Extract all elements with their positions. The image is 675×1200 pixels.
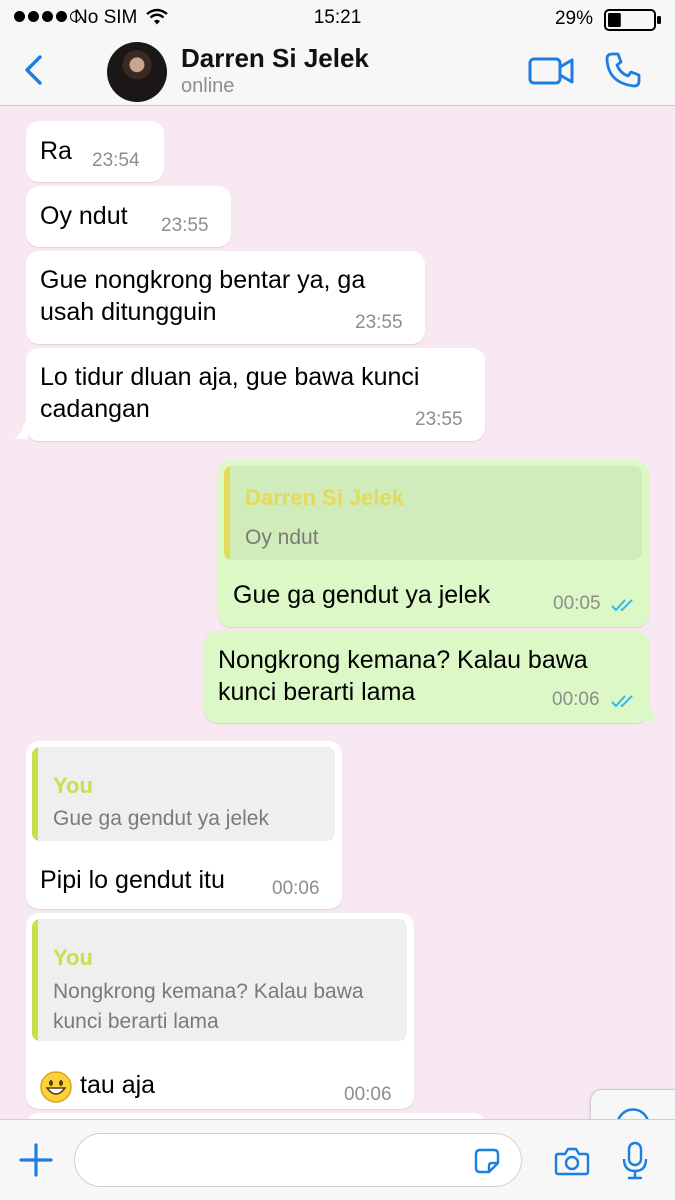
battery-icon bbox=[604, 9, 661, 31]
message-bubble-incoming[interactable]: Oy ndut 23:55 bbox=[26, 186, 231, 247]
message-bubble-outgoing[interactable]: Nongkrong kemana? Kalau bawa kunci berar… bbox=[204, 631, 649, 723]
message-text: Gue nongkrong bentar ya, ga bbox=[40, 266, 366, 294]
message-text: Gue ga gendut ya jelek bbox=[233, 581, 491, 609]
bubble-tail bbox=[14, 423, 28, 439]
quote-author: You bbox=[53, 945, 93, 970]
microphone-icon[interactable] bbox=[621, 1141, 649, 1181]
video-call-icon[interactable] bbox=[528, 55, 574, 87]
message-bubble-incoming[interactable]: You Nongkrong kemana? Kalau bawa kunci b… bbox=[26, 913, 414, 1109]
read-receipt-icon bbox=[611, 695, 633, 708]
camera-icon[interactable] bbox=[554, 1145, 590, 1177]
quoted-message[interactable]: You Gue ga gendut ya jelek bbox=[32, 747, 335, 841]
plus-icon[interactable] bbox=[18, 1142, 54, 1178]
message-text: Nongkrong kemana? Kalau bawa bbox=[218, 646, 588, 674]
scroll-to-bottom-button[interactable] bbox=[590, 1089, 675, 1119]
message-text: kunci berarti lama bbox=[218, 678, 416, 706]
message-time: 23:55 bbox=[161, 215, 209, 236]
avatar[interactable] bbox=[107, 42, 167, 102]
contact-name[interactable]: Darren Si Jelek bbox=[181, 43, 369, 74]
message-text: usah ditungguin bbox=[40, 298, 217, 326]
quote-author: You bbox=[53, 773, 93, 798]
battery-percent: 29% bbox=[554, 8, 593, 29]
quoted-message[interactable]: Darren Si Jelek Oy ndut bbox=[224, 466, 642, 560]
sticker-icon[interactable] bbox=[472, 1146, 502, 1176]
message-bubble-outgoing[interactable]: Darren Si Jelek Oy ndut Gue ga gendut ya… bbox=[218, 460, 649, 627]
message-bubble-incoming[interactable]: You Gue ga gendut ya jelek Pipi lo gendu… bbox=[26, 741, 342, 909]
message-time: 23:55 bbox=[355, 312, 403, 333]
message-text: Pipi lo gendut itu bbox=[40, 866, 225, 894]
message-time: 00:05 bbox=[553, 593, 601, 614]
grinning-face-icon bbox=[40, 1071, 72, 1103]
quote-author: Darren Si Jelek bbox=[245, 485, 404, 510]
message-bubble-incoming[interactable]: Ra 23:54 bbox=[26, 121, 164, 182]
message-input[interactable] bbox=[74, 1133, 522, 1187]
message-text: cadangan bbox=[40, 395, 150, 423]
scroll-down-icon bbox=[617, 1108, 649, 1119]
quote-text: Oy ndut bbox=[245, 526, 319, 549]
contact-status: online bbox=[181, 75, 235, 97]
bubble-tail bbox=[646, 705, 660, 721]
message-text: Ra bbox=[40, 137, 72, 165]
message-time: 23:55 bbox=[415, 409, 463, 430]
quote-text: kunci berarti lama bbox=[53, 1010, 219, 1033]
read-receipt-icon bbox=[611, 599, 633, 612]
message-bubble-incoming[interactable]: Lo tidur dluan aja, gue bawa kunci cadan… bbox=[26, 348, 485, 441]
status-bar: No SIM 15:21 29% bbox=[0, 0, 675, 36]
quoted-message[interactable]: You Nongkrong kemana? Kalau bawa kunci b… bbox=[32, 919, 407, 1041]
composer-bar bbox=[0, 1119, 675, 1200]
phone-icon[interactable] bbox=[604, 51, 642, 89]
quote-text: Nongkrong kemana? Kalau bawa bbox=[53, 980, 364, 1003]
message-text: Oy ndut bbox=[40, 202, 128, 230]
message-text: tau aja bbox=[80, 1071, 156, 1099]
message-list[interactable]: Ra 23:54 Oy ndut 23:55 Gue nongkrong ben… bbox=[0, 107, 675, 1119]
message-bubble-incoming[interactable]: Gue nongkrong bentar ya, ga usah ditungg… bbox=[26, 251, 425, 344]
message-time: 00:06 bbox=[272, 878, 320, 899]
message-text: Lo tidur dluan aja, gue bawa kunci bbox=[40, 363, 420, 391]
chat-header: Darren Si Jelek online bbox=[0, 36, 675, 106]
quote-text: Gue ga gendut ya jelek bbox=[53, 807, 269, 830]
message-time: 00:06 bbox=[344, 1084, 392, 1105]
message-time: 00:06 bbox=[552, 689, 600, 710]
chevron-left-icon[interactable] bbox=[22, 53, 46, 87]
message-time: 23:54 bbox=[92, 150, 140, 171]
